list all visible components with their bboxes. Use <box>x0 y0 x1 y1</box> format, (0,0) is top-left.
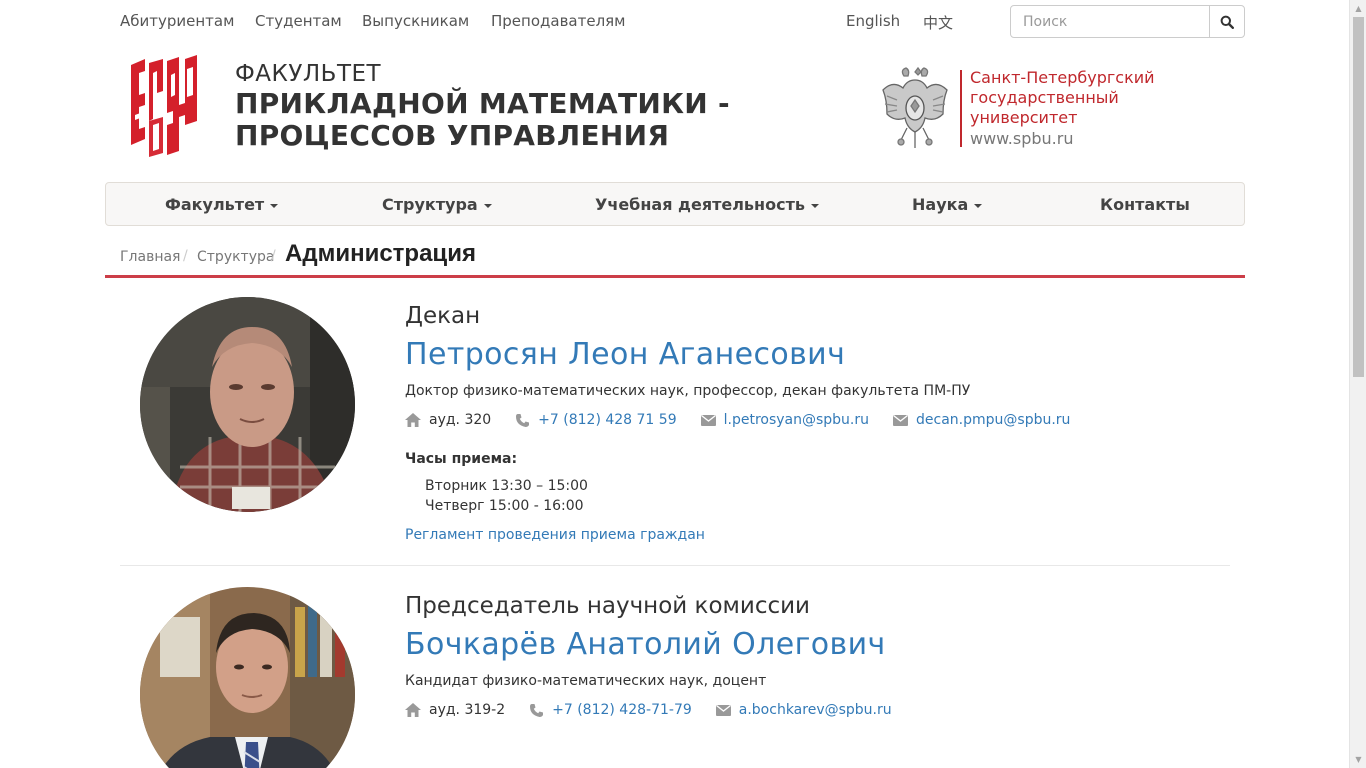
email-info: l.petrosyan@spbu.ru <box>700 412 869 428</box>
email-link[interactable]: a.bochkarev@spbu.ru <box>739 702 892 718</box>
faculty-title-line1: ПРИКЛАДНОЙ МАТЕМАТИКИ - <box>235 87 730 120</box>
envelope-icon <box>715 704 731 716</box>
person-name-link[interactable]: Бочкарёв Анатолий Олегович <box>405 627 886 662</box>
reception-hours-item: Четверг 15:00 - 16:00 <box>425 498 584 514</box>
room-info: ауд. 320 <box>405 412 491 428</box>
lang-chinese-link[interactable]: 中文 <box>923 12 953 33</box>
person-role: Декан <box>405 303 481 329</box>
university-name[interactable]: Санкт-Петербургский государственный унив… <box>970 68 1155 128</box>
university-name-line2: государственный <box>970 88 1119 107</box>
person-name-link[interactable]: Петросян Леон Аганесович <box>405 337 845 372</box>
card-divider <box>120 565 1230 566</box>
scroll-down-arrow-icon[interactable]: ▼ <box>1350 751 1366 768</box>
lang-english-link[interactable]: English <box>846 12 900 30</box>
home-icon <box>405 413 421 427</box>
person-role: Председатель научной комиссии <box>405 593 811 619</box>
search-form <box>1010 5 1245 38</box>
breadcrumb: Главная / Структура / Администрация <box>105 238 1245 278</box>
faculty-title-line2: ПРОЦЕССОВ УПРАВЛЕНИЯ <box>235 119 670 152</box>
phone-link[interactable]: +7 (812) 428-71-79 <box>552 702 692 718</box>
search-input[interactable] <box>1011 6 1209 37</box>
caret-down-icon <box>974 203 983 208</box>
spbu-divider <box>960 70 962 147</box>
menu-faculty-label: Факультет <box>165 195 265 214</box>
breadcrumb-home[interactable]: Главная <box>120 249 180 265</box>
scroll-up-arrow-icon[interactable]: ▲ <box>1350 0 1366 17</box>
reception-hours-list: Вторник 13:30 – 15:00 Четверг 15:00 - 16… <box>425 476 588 516</box>
contacts-row: ауд. 320 +7 (812) 428 71 59 l.petrosyan@… <box>405 412 1094 428</box>
menu-education-label: Учебная деятельность <box>595 195 805 214</box>
person-degree: Доктор физико-математических наук, профе… <box>405 383 971 399</box>
phone-icon <box>516 413 530 427</box>
breadcrumb-separator: / <box>271 248 276 264</box>
university-url-link[interactable]: www.spbu.ru <box>970 129 1073 148</box>
page-title: Администрация <box>285 240 476 267</box>
menu-education[interactable]: Учебная деятельность <box>595 195 819 214</box>
university-name-line3: университет <box>970 108 1078 127</box>
menu-structure[interactable]: Структура <box>382 195 492 214</box>
caret-down-icon <box>270 203 279 208</box>
reception-hours-item: Вторник 13:30 – 15:00 <box>425 478 588 494</box>
person-degree: Кандидат физико-математических наук, доц… <box>405 673 767 689</box>
menu-science[interactable]: Наука <box>912 195 983 214</box>
search-button[interactable] <box>1209 6 1244 37</box>
university-name-line1: Санкт-Петербургский <box>970 68 1155 87</box>
site-header: ФАКУЛЬТЕТ ПРИКЛАДНОЙ МАТЕМАТИКИ - ПРОЦЕС… <box>105 52 1245 172</box>
nav-link-graduates[interactable]: Выпускникам <box>362 12 469 30</box>
home-icon <box>405 703 421 717</box>
phone-info: +7 (812) 428-71-79 <box>529 702 692 718</box>
faculty-label: ФАКУЛЬТЕТ <box>235 61 382 87</box>
room-number: ауд. 320 <box>429 412 492 428</box>
email-info: decan.pmpu@spbu.ru <box>893 412 1070 428</box>
top-navigation: Абитуриентам Студентам Выпускникам Препо… <box>105 0 1245 44</box>
scrollbar-thumb[interactable] <box>1353 17 1364 377</box>
caret-down-icon <box>483 203 492 208</box>
room-info: ауд. 319-2 <box>405 702 505 718</box>
room-number: ауд. 319-2 <box>429 702 506 718</box>
breadcrumb-structure[interactable]: Структура <box>197 249 274 265</box>
contacts-row: ауд. 319-2 +7 (812) 428-71-79 a.bochkare… <box>405 702 916 718</box>
faculty-title: ПРИКЛАДНОЙ МАТЕМАТИКИ - ПРОЦЕССОВ УПРАВЛ… <box>235 88 730 152</box>
dean-photo <box>140 297 355 512</box>
search-icon <box>1220 15 1234 29</box>
menu-contacts[interactable]: Контакты <box>1100 195 1190 214</box>
nav-link-teachers[interactable]: Преподавателям <box>491 12 626 30</box>
main-navigation: Факультет Структура Учебная деятельность… <box>105 182 1245 226</box>
nav-link-applicants[interactable]: Абитуриентам <box>120 12 234 30</box>
phone-link[interactable]: +7 (812) 428 71 59 <box>538 412 676 428</box>
reception-hours-title: Часы приема: <box>405 451 518 467</box>
email-info: a.bochkarev@spbu.ru <box>715 702 892 718</box>
envelope-icon <box>893 414 909 426</box>
faculty-logo[interactable] <box>123 55 203 159</box>
menu-structure-label: Структура <box>382 195 478 214</box>
spbu-eagle-emblem-icon[interactable] <box>879 66 951 152</box>
chair-photo <box>140 587 355 768</box>
caret-down-icon <box>810 203 819 208</box>
phone-info: +7 (812) 428 71 59 <box>515 412 677 428</box>
email-link[interactable]: l.petrosyan@spbu.ru <box>724 412 869 428</box>
reception-regulation-link[interactable]: Регламент проведения приема граждан <box>405 527 705 543</box>
menu-faculty[interactable]: Факультет <box>165 195 279 214</box>
breadcrumb-separator: / <box>183 248 188 264</box>
nav-link-students[interactable]: Студентам <box>255 12 342 30</box>
email-link[interactable]: decan.pmpu@spbu.ru <box>916 412 1070 428</box>
phone-icon <box>530 703 544 717</box>
menu-science-label: Наука <box>912 195 969 214</box>
envelope-icon <box>700 414 716 426</box>
page-scrollbar[interactable]: ▲ ▼ <box>1349 0 1366 768</box>
